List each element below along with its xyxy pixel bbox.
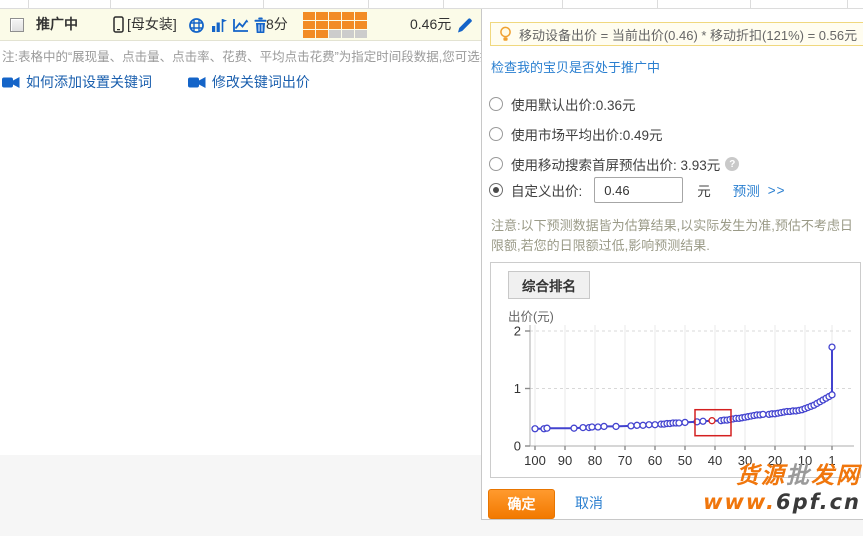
unit-label: 元 <box>697 180 711 200</box>
video-camera-icon <box>188 76 206 89</box>
score-block <box>316 30 328 38</box>
score-block <box>329 21 341 29</box>
radio-icon[interactable] <box>489 97 503 111</box>
bid-setting-popup: 移动设备出价 = 当前出价(0.46) * 移动折扣(121%) = 0.56元… <box>481 9 863 520</box>
video-camera-icon <box>2 76 20 89</box>
column-divider <box>847 0 848 8</box>
confirm-button[interactable]: 确定 <box>488 489 555 519</box>
score-block <box>342 21 354 29</box>
report-flag-icon[interactable] <box>210 17 227 39</box>
tip-text: 移动设备出价 = 当前出价(0.46) * 移动折扣(121%) = 0.56元 <box>519 25 857 44</box>
cancel-button[interactable]: 取消 <box>575 489 603 517</box>
score-block <box>316 21 328 29</box>
svg-text:0: 0 <box>514 439 521 454</box>
expand-arrows[interactable]: >> <box>768 183 786 198</box>
score-block <box>355 30 367 38</box>
column-divider <box>657 0 658 8</box>
status-badge: 推广中 <box>36 9 78 40</box>
radio-icon[interactable] <box>489 127 503 141</box>
prediction-notice: 注意:以下预测数据皆为估算结果,以实际发生为准,预估不考虑日限额,若您的日限额过… <box>491 216 859 256</box>
score-block <box>355 12 367 20</box>
light-bulb-icon <box>499 26 512 43</box>
option-mobile-first-screen-bid[interactable]: 使用移动搜索首屏预估出价: 3.93元 ? <box>489 150 739 178</box>
current-bid-price: 0.46元 <box>410 9 451 40</box>
column-divider <box>750 0 751 8</box>
link-how-to-add-keywords[interactable]: 如何添加设置关键词 <box>2 72 152 92</box>
radio-icon[interactable] <box>489 157 503 171</box>
score-block <box>342 12 354 20</box>
radio-icon[interactable] <box>489 183 503 197</box>
svg-text:90: 90 <box>558 453 572 468</box>
row-checkbox[interactable] <box>10 18 24 32</box>
help-icon[interactable]: ? <box>725 157 739 171</box>
svg-text:1: 1 <box>514 381 521 396</box>
watermark-line1: 货源批发网 <box>703 463 861 489</box>
target-icon[interactable] <box>188 17 205 39</box>
column-divider <box>263 0 264 8</box>
table-header-strip <box>0 0 863 9</box>
link-edit-keyword-bid[interactable]: 修改关键词出价 <box>188 72 310 92</box>
check-promotion-link[interactable]: 检查我的宝贝是否处于推广中 <box>491 57 660 76</box>
score-block <box>303 21 315 29</box>
watermark: 货源批发网 www.6pf.cn <box>703 463 861 515</box>
score-block <box>303 12 315 20</box>
svg-text:80: 80 <box>588 453 602 468</box>
custom-bid-input[interactable] <box>594 177 683 203</box>
option-market-average-bid[interactable]: 使用市场平均出价:0.49元 <box>489 120 663 148</box>
column-divider <box>368 0 369 8</box>
score-block <box>355 21 367 29</box>
edit-pencil-icon[interactable] <box>456 16 474 39</box>
option-custom-bid[interactable]: 自定义出价: 元 预测 >> <box>489 176 786 204</box>
svg-text:50: 50 <box>678 453 692 468</box>
svg-text:100: 100 <box>524 453 546 468</box>
svg-text:70: 70 <box>618 453 632 468</box>
predict-link[interactable]: 预测 <box>733 180 760 200</box>
mobile-phone-icon <box>112 16 125 39</box>
line-chart-icon[interactable] <box>232 17 249 39</box>
score-block <box>329 30 341 38</box>
watermark-line2: www.6pf.cn <box>703 489 861 515</box>
keyword-table-row: 推广中 [母女装] 8分 0.46元 <box>0 9 481 41</box>
mobile-bid-tip: 移动设备出价 = 当前出价(0.46) * 移动折扣(121%) = 0.56元 <box>490 22 863 46</box>
score-block <box>316 12 328 20</box>
product-name: [母女装] <box>127 9 177 40</box>
quality-score-blocks <box>303 12 367 38</box>
svg-text:60: 60 <box>648 453 662 468</box>
tutorial-links: 如何添加设置关键词 修改关键词出价 <box>2 72 342 92</box>
quality-score: 8分 <box>266 9 288 40</box>
column-divider <box>443 0 444 8</box>
score-block <box>342 30 354 38</box>
score-block <box>303 30 315 38</box>
score-block <box>329 12 341 20</box>
rank-prediction-chart: 综合排名 出价(元) 0121009080706050403020101 <box>490 262 861 478</box>
column-divider <box>110 0 111 8</box>
svg-text:2: 2 <box>514 324 521 339</box>
column-divider <box>562 0 563 8</box>
column-divider <box>28 0 29 8</box>
bid-rank-line-plot[interactable]: 0121009080706050403020101 <box>491 263 860 477</box>
option-default-bid[interactable]: 使用默认出价:0.36元 <box>489 90 636 118</box>
